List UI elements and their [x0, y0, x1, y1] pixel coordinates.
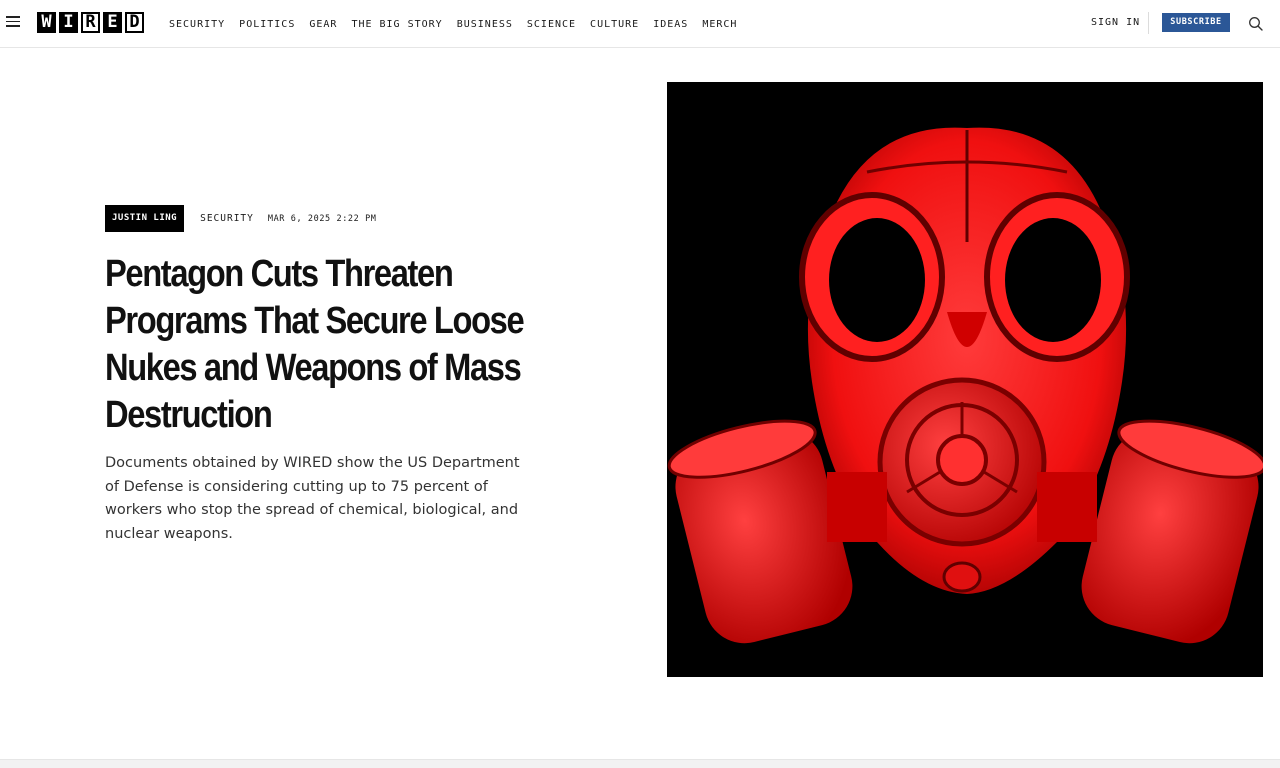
nav-link-ideas[interactable]: IDEAS — [653, 19, 688, 30]
section-nav: SECURITY POLITICS GEAR THE BIG STORY BUS… — [169, 0, 737, 48]
publish-date: MAR 6, 2025 2:22 PM — [267, 213, 377, 224]
logo-letter: E — [103, 12, 122, 33]
byline-row: JUSTIN LING SECURITY MAR 6, 2025 2:22 PM — [105, 205, 377, 232]
nav-divider — [1148, 12, 1149, 34]
nav-link-science[interactable]: SCIENCE — [527, 19, 576, 30]
logo-letter: I — [59, 12, 78, 33]
wired-logo[interactable]: W I R E D — [37, 12, 144, 33]
article-dek: Documents obtained by WIRED show the US … — [105, 455, 520, 542]
hamburger-icon[interactable] — [6, 16, 20, 30]
article-headline: Pentagon Cuts Threaten Programs That Sec… — [105, 253, 525, 436]
subscribe-button[interactable]: SUBSCRIBE — [1162, 13, 1230, 32]
nav-link-politics[interactable]: POLITICS — [239, 19, 295, 30]
nav-link-business[interactable]: BUSINESS — [457, 19, 513, 30]
author-badge[interactable]: JUSTIN LING — [105, 205, 185, 232]
nav-link-security[interactable]: SECURITY — [169, 19, 225, 30]
top-navigation-bar: W I R E D SECURITY POLITICS GEAR THE BIG… — [0, 0, 1280, 48]
page-bottom-strip — [0, 759, 1280, 768]
logo-letter: R — [81, 12, 100, 33]
logo-letter: D — [125, 12, 144, 33]
rubric-link[interactable]: SECURITY — [200, 213, 254, 224]
lead-image-gas-mask[interactable] — [667, 82, 1263, 677]
nav-link-merch[interactable]: MERCH — [702, 19, 737, 30]
nav-link-the-big-story[interactable]: THE BIG STORY — [351, 19, 442, 30]
sign-in-link[interactable]: SIGN IN — [1091, 17, 1140, 28]
search-icon[interactable] — [1248, 16, 1264, 32]
logo-letter: W — [37, 12, 56, 33]
nav-link-gear[interactable]: GEAR — [309, 19, 337, 30]
nav-link-culture[interactable]: CULTURE — [590, 19, 639, 30]
